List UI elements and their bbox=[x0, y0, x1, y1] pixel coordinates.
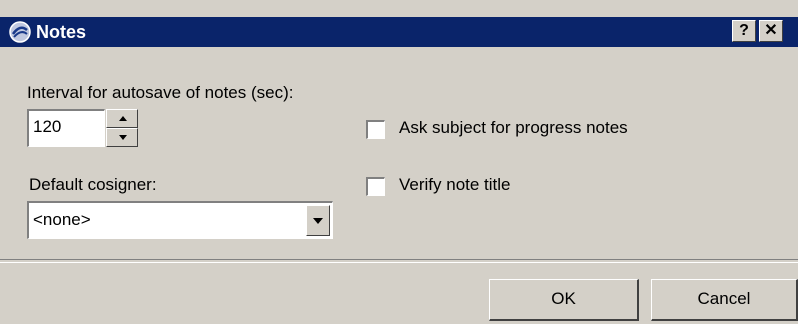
autosave-interval-label: Interval for autosave of notes (sec): bbox=[27, 83, 294, 102]
notes-app-icon bbox=[8, 20, 32, 44]
verify-title-checkbox[interactable] bbox=[366, 177, 385, 196]
help-button[interactable]: ? bbox=[732, 20, 756, 42]
default-cosigner-select[interactable]: <none> bbox=[27, 201, 333, 239]
ask-subject-label: Ask subject for progress notes bbox=[399, 118, 628, 137]
notes-dialog: Notes ? ✕ Interval for autosave of notes… bbox=[0, 0, 798, 324]
ok-button[interactable]: OK bbox=[489, 279, 639, 321]
default-cosigner-value: <none> bbox=[33, 210, 91, 229]
autosave-interval-input[interactable]: 120 bbox=[27, 109, 105, 147]
window-title: Notes bbox=[36, 22, 87, 42]
arrow-up-icon bbox=[119, 116, 127, 121]
cancel-button[interactable]: Cancel bbox=[651, 279, 798, 321]
chevron-down-icon bbox=[313, 218, 323, 224]
close-button[interactable]: ✕ bbox=[759, 20, 783, 42]
close-icon: ✕ bbox=[764, 22, 778, 39]
title-bar[interactable]: Notes ? ✕ bbox=[0, 17, 798, 47]
spin-up-button[interactable] bbox=[106, 109, 138, 128]
arrow-down-icon bbox=[119, 135, 127, 140]
footer-separator bbox=[0, 259, 798, 263]
dropdown-button[interactable] bbox=[306, 205, 330, 236]
spin-down-button[interactable] bbox=[106, 128, 138, 147]
verify-title-label: Verify note title bbox=[399, 175, 511, 194]
autosave-spinner bbox=[106, 109, 138, 147]
ask-subject-checkbox[interactable] bbox=[366, 120, 385, 139]
default-cosigner-label: Default cosigner: bbox=[29, 175, 157, 194]
